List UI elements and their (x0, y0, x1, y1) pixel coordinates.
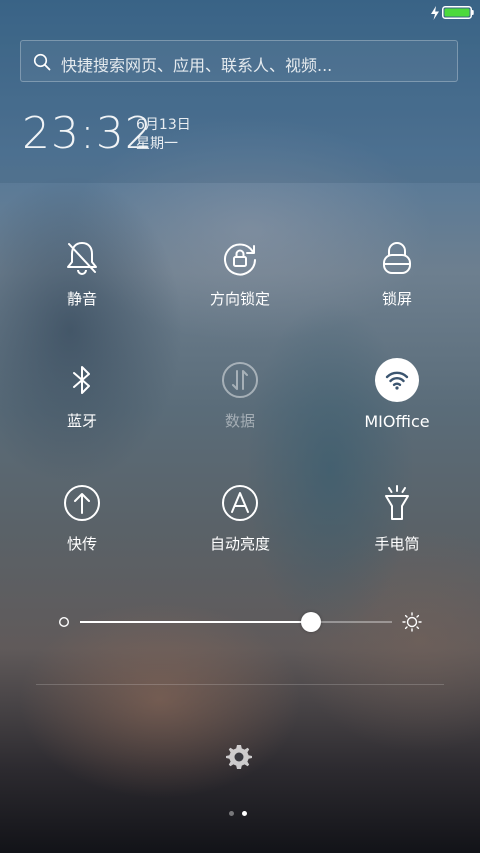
toggle-label: 手电筒 (374, 535, 420, 553)
toggle-rotation-lock[interactable]: 方向锁定 (170, 238, 310, 338)
bell-off-icon (67, 242, 97, 275)
toggle-quick-transfer[interactable]: 快传 (12, 483, 152, 583)
page-indicator (229, 811, 251, 819)
lock-icon (383, 242, 411, 274)
toggle-label: 锁屏 (381, 290, 412, 308)
toggle-wifi[interactable]: MIOffice (327, 358, 467, 458)
brightness-slider[interactable] (58, 608, 428, 636)
toggle-auto-brightness[interactable]: 自动亮度 (170, 483, 310, 583)
search-icon (33, 53, 51, 71)
toggle-label: 方向锁定 (209, 290, 270, 308)
brightness-high-icon (402, 612, 422, 632)
weekday-label: 星期一 (136, 136, 178, 152)
slider-thumb[interactable] (300, 612, 321, 632)
rotation-lock-icon (224, 243, 256, 276)
toggle-bluetooth[interactable]: 蓝牙 (12, 360, 152, 460)
wifi-active-indicator (375, 358, 419, 402)
brightness-low-icon (58, 616, 70, 628)
divider (36, 684, 444, 685)
clock-date[interactable]: 6月13日 星期一 (136, 116, 191, 154)
page-dot-active (242, 811, 247, 816)
toggle-flashlight[interactable]: 手电筒 (327, 483, 467, 583)
auto-brightness-icon (222, 485, 258, 521)
toggle-label: 静音 (66, 290, 97, 308)
toggle-label: 自动亮度 (209, 535, 270, 553)
gear-icon[interactable] (224, 742, 254, 772)
search-bar[interactable]: 快捷搜索网页、应用、联系人、视频... (20, 40, 458, 82)
search-placeholder: 快捷搜索网页、应用、联系人、视频... (61, 56, 333, 75)
toggle-mobile-data[interactable]: 数据 (170, 360, 310, 460)
toggle-mute[interactable]: 静音 (12, 238, 152, 338)
status-bar (0, 0, 480, 26)
battery-icon (442, 6, 474, 19)
upload-icon (64, 485, 100, 521)
wifi-icon (385, 371, 409, 390)
toggle-label: MIOffice (364, 412, 430, 431)
bluetooth-icon (73, 366, 90, 394)
flashlight-icon (385, 485, 409, 520)
toggle-label: 数据 (224, 412, 255, 430)
charging-icon (431, 6, 439, 20)
toggle-lock-screen[interactable]: 锁屏 (327, 238, 467, 338)
toggle-label: 快传 (66, 535, 97, 553)
slider-fill (80, 621, 311, 623)
clock-time[interactable]: 23:32 (22, 108, 154, 159)
page-dot (229, 811, 234, 816)
date-label: 6月13日 (136, 117, 191, 133)
toggle-label: 蓝牙 (66, 412, 97, 430)
data-icon (222, 362, 258, 398)
